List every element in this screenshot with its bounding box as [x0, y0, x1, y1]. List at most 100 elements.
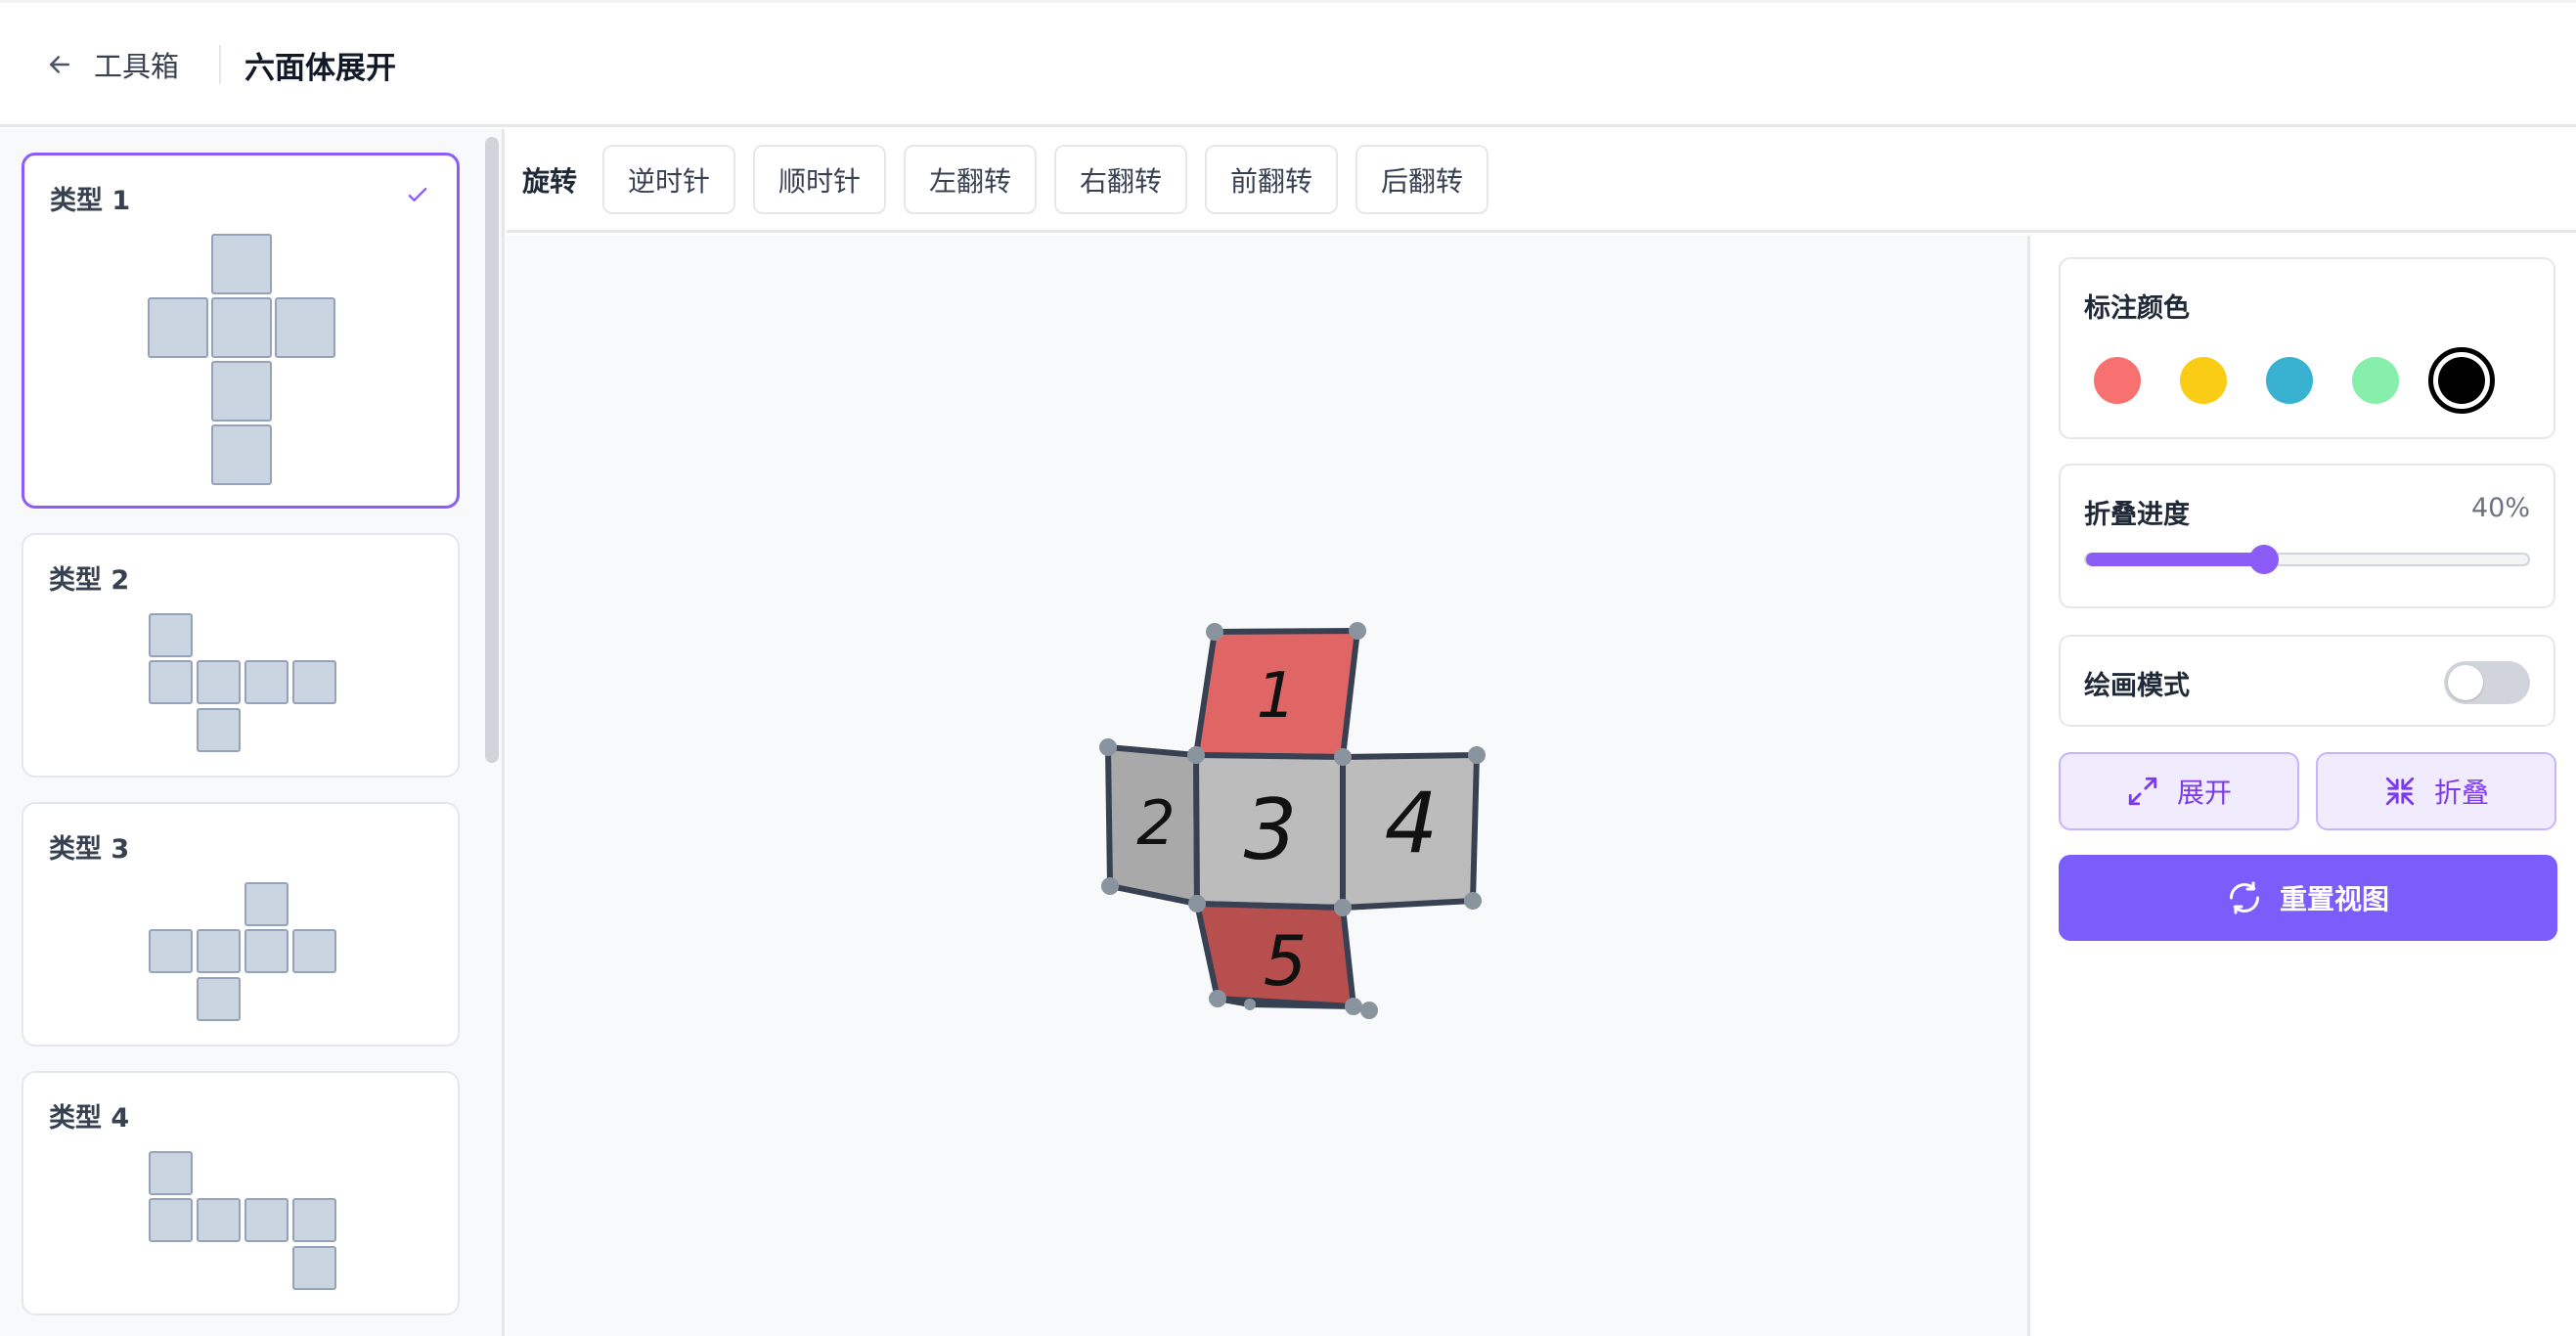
net-card-type-3[interactable]: 类型 3: [22, 802, 460, 1047]
net-square: [197, 977, 241, 1021]
top-accent-line: [0, 0, 2576, 3]
collapse-icon: [2385, 777, 2415, 806]
net-square: [211, 361, 272, 422]
face-2-number: 2: [1136, 787, 1175, 859]
net-card-type-2[interactable]: 类型 2: [22, 533, 460, 778]
annotation-color-card: 标注颜色: [2059, 257, 2555, 439]
fold-progress-title: 折叠进度: [2084, 500, 2190, 530]
sidebar-scrollbar-thumb[interactable]: [485, 137, 499, 763]
net-square: [211, 424, 272, 485]
net-square: [244, 882, 289, 926]
flip-right-button[interactable]: 右翻转: [1054, 145, 1187, 214]
draw-mode-card: 绘画模式: [2059, 635, 2555, 727]
arrow-left-icon: [50, 56, 69, 73]
net-card-type-4[interactable]: 类型 4: [22, 1071, 460, 1315]
cube-net-canvas[interactable]: 1 2 3 4 5: [507, 236, 2030, 1336]
net-square: [244, 1198, 289, 1242]
page-title: 六面体展开: [244, 51, 396, 86]
color-swatch-yellow[interactable]: [2180, 357, 2227, 404]
net-square: [244, 929, 289, 973]
expand-label: 展开: [2176, 777, 2232, 809]
net-square: [149, 1198, 193, 1242]
expand-icon: [2128, 777, 2157, 806]
rotation-label: 旋转: [522, 165, 578, 198]
vertex-handle[interactable]: [1187, 746, 1205, 764]
rotate-clockwise-button[interactable]: 顺时针: [753, 145, 886, 214]
net-square: [211, 234, 272, 294]
flip-back-button[interactable]: 后翻转: [1355, 145, 1488, 214]
fold-progress-thumb[interactable]: [2249, 545, 2280, 574]
back-button[interactable]: 工具箱: [45, 45, 179, 84]
face-3-number: 3: [1244, 781, 1298, 879]
vertex-handle[interactable]: [1188, 895, 1206, 913]
net-card-label: 类型 3: [49, 834, 130, 865]
vertex-handle[interactable]: [1464, 892, 1482, 910]
refresh-icon: [2229, 881, 2259, 914]
face-4-number: 4: [1385, 775, 1439, 872]
net-card-label: 类型 2: [49, 565, 130, 596]
vertex-handle[interactable]: [1244, 999, 1256, 1010]
face-1-number: 1: [1257, 660, 1297, 733]
vertex-handle[interactable]: [1334, 748, 1352, 766]
vertex-handle[interactable]: [1101, 877, 1119, 895]
fold-progress-slider[interactable]: [2084, 545, 2530, 574]
cube-net-drawing[interactable]: 1 2 3 4 5: [507, 236, 2030, 1336]
net-square: [149, 929, 193, 973]
control-panel: 标注颜色 折叠进度 40% 绘画模式 展开 折叠 重置视图: [2033, 236, 2576, 1336]
reset-view-label: 重置视图: [2279, 883, 2389, 915]
vertex-handle[interactable]: [1349, 622, 1366, 640]
net-square: [149, 613, 193, 657]
net-square: [292, 1198, 336, 1242]
net-square: [292, 660, 336, 704]
back-label: 工具箱: [94, 50, 180, 83]
annotation-color-title: 标注颜色: [2084, 293, 2190, 324]
header-divider: [219, 45, 221, 84]
net-square: [197, 660, 241, 704]
vertex-handle[interactable]: [1345, 998, 1362, 1015]
top-bar: 工具箱 六面体展开: [0, 0, 2576, 127]
vertex-handle[interactable]: [1209, 990, 1226, 1007]
fold-progress-card: 折叠进度 40%: [2059, 464, 2555, 608]
net-square: [149, 660, 193, 704]
color-swatch-black-fill: [2438, 357, 2485, 404]
net-square: [244, 660, 289, 704]
draw-mode-toggle[interactable]: [2444, 661, 2530, 704]
net-square: [197, 929, 241, 973]
vertex-handle[interactable]: [1360, 1002, 1378, 1019]
fold-label: 折叠: [2433, 777, 2489, 809]
fold-progress-fill: [2086, 553, 2265, 566]
fold-progress-value: 40%: [2470, 493, 2530, 523]
net-type-sidebar: 类型 1 类型 2 类型 3 类型 4: [0, 129, 505, 1336]
color-swatch-blue[interactable]: [2266, 357, 2313, 404]
fold-button[interactable]: 折叠: [2316, 752, 2556, 830]
net-card-type-1[interactable]: 类型 1: [22, 153, 460, 509]
net-card-label: 类型 4: [49, 1103, 130, 1134]
net-card-label: 类型 1: [50, 186, 131, 216]
flip-left-button[interactable]: 左翻转: [904, 145, 1037, 214]
color-swatch-black[interactable]: [2428, 347, 2495, 414]
expand-button[interactable]: 展开: [2059, 752, 2299, 830]
draw-mode-toggle-knob: [2448, 665, 2483, 700]
net-square: [292, 1246, 336, 1290]
sidebar-scrollbar[interactable]: [485, 137, 499, 763]
color-swatch-red[interactable]: [2094, 357, 2141, 404]
rotate-counterclockwise-button[interactable]: 逆时针: [602, 145, 735, 214]
net-square: [292, 929, 336, 973]
flip-front-button[interactable]: 前翻转: [1205, 145, 1338, 214]
vertex-handle[interactable]: [1206, 623, 1223, 641]
net-square: [148, 297, 208, 358]
rotation-toolbar: 旋转 逆时针 顺时针 左翻转 右翻转 前翻转 后翻转: [507, 129, 2576, 233]
vertex-handle[interactable]: [1468, 746, 1486, 764]
net-square: [197, 708, 241, 752]
face-5-number: 5: [1264, 921, 1308, 1002]
net-square: [149, 1151, 193, 1195]
net-square: [275, 297, 335, 358]
draw-mode-title: 绘画模式: [2084, 671, 2190, 701]
check-icon: [408, 188, 427, 201]
reset-view-button[interactable]: 重置视图: [2059, 855, 2557, 941]
net-square: [211, 297, 272, 358]
vertex-handle[interactable]: [1334, 899, 1352, 916]
net-square: [197, 1198, 241, 1242]
vertex-handle[interactable]: [1099, 738, 1117, 756]
color-swatch-green[interactable]: [2352, 357, 2399, 404]
